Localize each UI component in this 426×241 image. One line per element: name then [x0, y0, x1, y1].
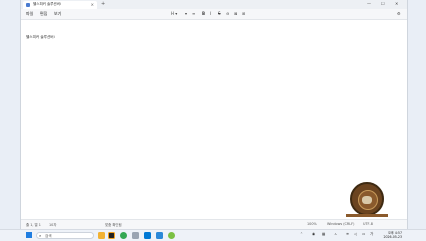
ime-indicator[interactable]: 가 [370, 232, 373, 237]
maximize-button[interactable]: ☐ [381, 1, 385, 6]
minimize-button[interactable]: — [367, 1, 371, 6]
tray-app2-icon[interactable]: ▦ [322, 232, 325, 236]
cursor-position: 줄 1, 열 1 [26, 223, 41, 227]
link-icon[interactable]: ⊖ [226, 11, 229, 16]
document-tab[interactable]: 헬스피커 솔루션버i × [23, 1, 97, 9]
clear-format-icon[interactable]: ⊠ [234, 11, 237, 16]
strikethrough-button[interactable]: S [218, 11, 221, 16]
tab-close-button[interactable]: × [91, 2, 94, 7]
taskbar-search[interactable]: ⌕ 검색 [36, 232, 94, 239]
taskbar-clock[interactable]: 오후 4:57 2026-05-23 [378, 231, 402, 240]
vscode-icon[interactable] [144, 232, 151, 239]
heading-dropdown[interactable]: H ▾ [171, 11, 177, 16]
menu-view[interactable]: 보기 [54, 11, 61, 17]
terminal-icon[interactable] [156, 232, 163, 239]
status-bar: 줄 1, 열 1 10자 맞춤 확인됨 100% Windows (CRLF) … [21, 219, 407, 229]
encoding[interactable]: UTF-8 [363, 222, 373, 226]
tray-app-icon[interactable]: ◉ [312, 232, 315, 236]
notepad-icon [26, 3, 30, 7]
taskbar: ⌕ 검색 ⌃ ◉ ▦ ㅅ ≋ ◁ ▭ 가 오후 4:57 2026-05-23 [0, 229, 426, 241]
table-icon[interactable]: ⊞ [242, 11, 245, 16]
notepad-taskbar-icon[interactable] [108, 232, 115, 239]
close-button[interactable]: ✕ [395, 1, 398, 6]
owl-clock-widget[interactable] [350, 182, 384, 216]
menu-file[interactable]: 파일 [26, 11, 33, 17]
volume-icon[interactable]: ◁ [354, 232, 357, 236]
menu-edit[interactable]: 편집 [40, 11, 47, 17]
chrome-icon[interactable] [120, 232, 127, 239]
owl-icon [362, 196, 372, 204]
title-bar: 헬스피커 솔루션버i × + — ☐ ✕ [21, 0, 407, 9]
app-icon[interactable] [132, 232, 139, 239]
search-placeholder: 검색 [45, 233, 52, 238]
italic-button[interactable]: I [210, 11, 211, 16]
settings-gear-icon[interactable]: ⚙ [397, 11, 401, 16]
editor-text: 헬스피커 솔루션버i [26, 35, 55, 39]
menu-bar: 파일 편집 보기 H ▾ ▾ ≡ B I S ⊖ ⊠ ⊞ ⚙ [21, 9, 407, 20]
tray-lang[interactable]: ㅅ [334, 232, 337, 237]
spellcheck-status: 맞춤 확인됨 [105, 223, 122, 227]
new-tab-button[interactable]: + [101, 1, 105, 7]
windows-start-icon[interactable] [26, 232, 32, 238]
app2-icon[interactable] [168, 232, 175, 239]
line-ending[interactable]: Windows (CRLF) [327, 222, 354, 226]
list-dropdown[interactable]: ▾ [185, 11, 187, 16]
bold-button[interactable]: B [202, 11, 205, 16]
file-explorer-icon[interactable] [98, 232, 105, 239]
text-editor[interactable]: 헬스피커 솔루션버i [21, 20, 407, 216]
zoom-level[interactable]: 100% [307, 222, 317, 226]
clock-date: 2026-05-23 [383, 235, 402, 239]
tray-chevron-icon[interactable]: ⌃ [300, 232, 303, 236]
char-count: 10자 [49, 223, 57, 227]
list-icon[interactable]: ≡ [192, 11, 195, 16]
battery-icon[interactable]: ▭ [362, 232, 365, 236]
wifi-icon[interactable]: ≋ [346, 232, 349, 236]
search-icon: ⌕ [39, 233, 42, 238]
widget-stand [346, 214, 388, 217]
tab-title: 헬스피커 솔루션버i [33, 2, 61, 6]
